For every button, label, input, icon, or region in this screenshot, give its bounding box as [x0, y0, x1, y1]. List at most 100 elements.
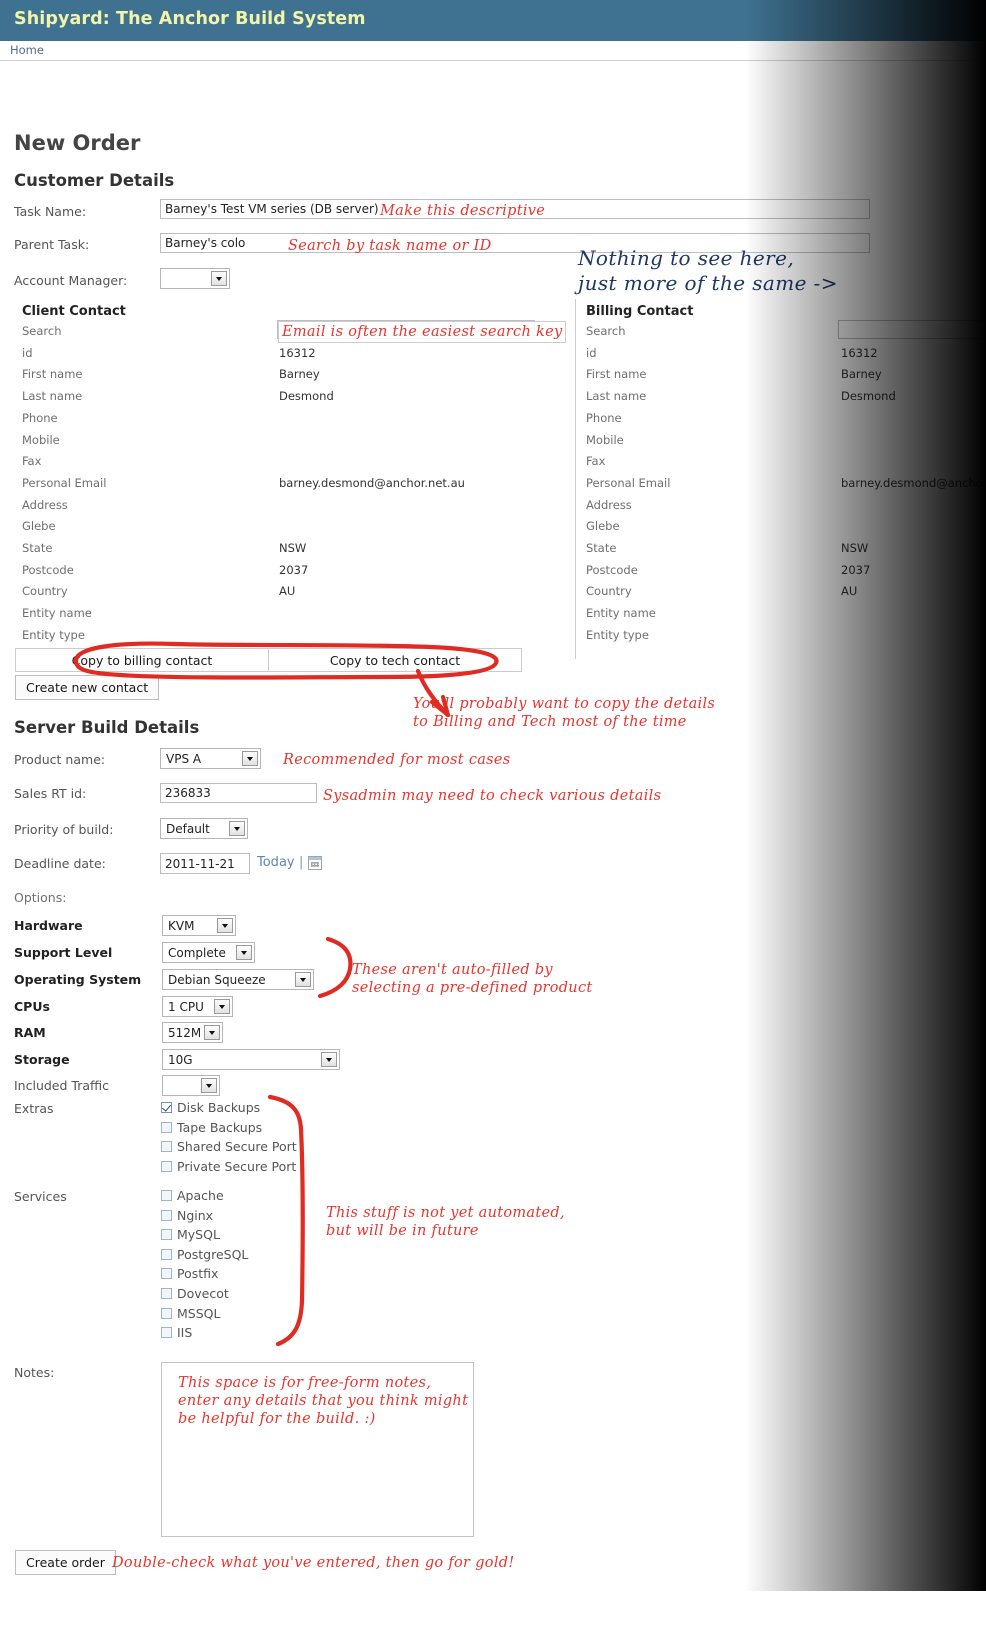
app-header: Shipyard: The Anchor Build System [0, 0, 986, 41]
billing-contact-row-value: Barney [841, 367, 882, 382]
annotation-product: Recommended for most cases [283, 752, 511, 768]
billing-contact-row-label: Glebe [586, 519, 620, 534]
checkbox-unchecked-icon[interactable] [161, 1141, 172, 1152]
billing-search-input[interactable] [838, 320, 986, 339]
checkbox-unchecked-icon[interactable] [161, 1268, 172, 1280]
annotation-parent-task: Search by task name or ID [288, 238, 492, 254]
extras-label: Extras [14, 1101, 54, 1116]
checkbox-unchecked-icon[interactable] [161, 1327, 172, 1339]
support-level-value: Complete [168, 945, 226, 960]
column-divider [575, 299, 576, 659]
billing-contact-row-label: Entity name [586, 606, 656, 621]
priority-of-build-select[interactable]: Default [160, 818, 248, 839]
services-checkbox-label: MSSQL [177, 1305, 221, 1321]
services-checkbox-label: Nginx [177, 1207, 214, 1223]
cpus-label: CPUs [14, 999, 50, 1014]
extras-checkbox-row[interactable]: Shared Secure Port [161, 1139, 297, 1154]
deadline-date-input[interactable] [160, 853, 250, 874]
client-contact-row-label: id [22, 345, 33, 360]
options-label: Options: [14, 890, 67, 905]
services-checkbox-row[interactable]: Postfix [161, 1266, 218, 1281]
calendar-icon[interactable] [308, 856, 322, 870]
chevron-down-icon [211, 271, 227, 286]
hardware-select[interactable]: KVM [162, 915, 236, 936]
checkbox-unchecked-icon[interactable] [161, 1209, 172, 1221]
chevron-down-icon [236, 945, 252, 960]
checkbox-unchecked-icon[interactable] [161, 1121, 172, 1133]
services-checkbox-row[interactable]: IIS [161, 1325, 192, 1340]
create-order-button[interactable]: Create order [15, 1550, 116, 1575]
extras-checkbox-row[interactable]: Private Secure Port [161, 1159, 296, 1174]
cpus-select[interactable]: 1 CPU [162, 996, 233, 1017]
services-checkbox-row[interactable]: MSSQL [161, 1306, 220, 1321]
annotation-not-autofilled: These aren't auto-filled by selecting a … [352, 962, 593, 997]
client-contact-row-value: NSW [279, 541, 307, 555]
annotation-sales-rt: Sysadmin may need to check various detai… [323, 788, 662, 804]
copy-to-tech-contact-button[interactable]: Copy to tech contact [268, 649, 521, 671]
priority-of-build-label: Priority of build: [14, 822, 114, 837]
cpus-value: 1 CPU [168, 999, 204, 1014]
checkbox-unchecked-icon[interactable] [161, 1288, 172, 1299]
chevron-down-icon [321, 1052, 337, 1067]
copy-to-billing-contact-button[interactable]: Copy to billing contact [16, 649, 268, 671]
checkbox-unchecked-icon[interactable] [161, 1190, 172, 1201]
chevron-down-icon [204, 1025, 220, 1040]
client-contact-row-label: Personal Email [22, 475, 107, 490]
today-link[interactable]: Today [257, 855, 295, 870]
breadcrumb-home-link[interactable]: Home [10, 43, 44, 57]
operating-system-select[interactable]: Debian Squeeze [162, 969, 314, 990]
customer-details-heading: Customer Details [14, 171, 175, 190]
product-name-select[interactable]: VPS A [160, 748, 261, 769]
checkbox-unchecked-icon[interactable] [161, 1160, 172, 1172]
hardware-value: KVM [168, 918, 195, 933]
services-checkbox-row[interactable]: Dovecot [161, 1286, 229, 1301]
services-checkbox-row[interactable]: Apache [161, 1188, 224, 1203]
billing-contact-row-label: First name [586, 367, 647, 382]
storage-select[interactable]: 10G [162, 1049, 340, 1070]
included-traffic-select[interactable] [162, 1075, 220, 1096]
billing-contact-heading: Billing Contact [586, 304, 694, 319]
storage-value: 10G [168, 1052, 193, 1067]
priority-of-build-value: Default [166, 821, 210, 836]
checkbox-unchecked-icon[interactable] [161, 1229, 172, 1241]
page-title: New Order [14, 131, 141, 155]
services-checkbox-row[interactable]: PostgreSQL [161, 1247, 248, 1262]
operating-system-label: Operating System [14, 972, 142, 987]
page-root: Shipyard: The Anchor Build System Home N… [0, 0, 986, 1591]
billing-contact-row-label: Country [586, 584, 632, 599]
billing-contact-row-value: 16312 [841, 345, 878, 360]
account-manager-select[interactable] [160, 268, 230, 289]
client-contact-row-value: 16312 [279, 345, 316, 360]
annotation-email-search: Email is often the easiest search key [278, 321, 567, 344]
ink-bracket-services [267, 1094, 305, 1347]
client-contact-row-value: 2037 [279, 562, 309, 577]
checkbox-checked-icon[interactable] [161, 1102, 172, 1113]
services-checkbox-row[interactable]: MySQL [161, 1227, 220, 1242]
checkbox-unchecked-icon[interactable] [161, 1307, 172, 1319]
billing-contact-row-label: Entity type [586, 627, 649, 642]
client-contact-row-label: Entity type [22, 627, 85, 642]
extras-checkbox-label: Disk Backups [177, 1100, 261, 1115]
billing-contact-row-label: Mobile [586, 432, 624, 447]
ram-select[interactable]: 512M [162, 1022, 223, 1043]
services-checkbox-row[interactable]: Nginx [161, 1208, 213, 1223]
sales-rt-id-input[interactable] [160, 783, 317, 803]
checkbox-unchecked-icon[interactable] [161, 1248, 172, 1260]
support-level-select[interactable]: Complete [162, 942, 255, 963]
annotation-notes: This space is for free-form notes, enter… [178, 1375, 469, 1428]
services-checkbox-label: Postfix [177, 1266, 219, 1282]
annotation-task-name: Make this descriptive [380, 203, 546, 219]
extras-checkbox-row[interactable]: Tape Backups [161, 1120, 262, 1135]
hardware-label: Hardware [14, 918, 83, 933]
create-new-contact-button[interactable]: Create new contact [15, 675, 160, 700]
client-contact-row-label: First name [22, 367, 83, 382]
client-contact-row-label: State [22, 541, 53, 555]
client-contact-row-value: Barney [279, 367, 320, 382]
support-level-label: Support Level [14, 945, 113, 960]
billing-contact-row-label: Fax [586, 454, 606, 469]
billing-contact-row-label: id [586, 345, 597, 360]
client-contact-row-label: Glebe [22, 519, 56, 534]
extras-checkbox-row[interactable]: Disk Backups [161, 1100, 260, 1115]
client-contact-row-value: AU [279, 584, 296, 599]
sales-rt-id-label: Sales RT id: [14, 786, 87, 801]
